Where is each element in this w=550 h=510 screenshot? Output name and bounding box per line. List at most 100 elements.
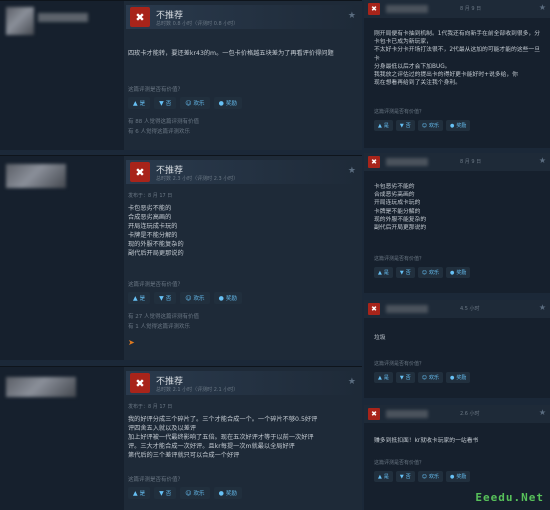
vote-yes-button[interactable]: ▲ 是 bbox=[374, 267, 393, 278]
award-icon: ● bbox=[449, 374, 455, 381]
vote-no-button[interactable]: ▼ 否 bbox=[154, 292, 177, 304]
reply-line: 开局连玩成卡玩的 bbox=[374, 200, 421, 207]
flag-icon[interactable]: ★ bbox=[348, 377, 356, 387]
thumbs-down-small-icon: ▼ bbox=[399, 122, 404, 129]
avatar[interactable] bbox=[6, 377, 76, 397]
award-icon: ● bbox=[218, 294, 224, 302]
award-icon: ● bbox=[218, 99, 224, 107]
reply-card: ✖ 8 月 9 日 ★ 刚开局便有卡抽到机制。1代我还有向新手在前全部收到很多，… bbox=[364, 0, 550, 148]
vote-buttons: ▲ 是 ▼ 否 ☺ 欢乐 ● 奖励 bbox=[374, 267, 471, 278]
button-label: 是 bbox=[139, 101, 146, 107]
review-line: 我的好评分成三个碎片了。三个才能合成一个。一个碎片不够0.5好评 bbox=[128, 416, 318, 423]
reply-author[interactable] bbox=[386, 158, 428, 166]
flag-icon[interactable]: ★ bbox=[539, 408, 546, 417]
flag-icon[interactable]: ★ bbox=[539, 156, 546, 165]
review-content: ✖ 不推荐 总时数 2.3 小时（评测时 2.3 小时） ★ 发布于：8 月 1… bbox=[124, 156, 362, 360]
vote-header[interactable]: ✖ 不推荐 总时数 0.8 小时（评测时 0.8 小时） ★ bbox=[126, 5, 360, 29]
reply-line: 分身最低以后才会下加BUG。 bbox=[374, 63, 451, 70]
vote-no-button[interactable]: ▼ 否 bbox=[154, 97, 177, 109]
button-label: 奖励 bbox=[225, 101, 237, 107]
vote-buttons: ▲ 是 ▼ 否 ☺ 欢乐 ● 奖励 bbox=[374, 471, 471, 482]
reply-author[interactable] bbox=[386, 410, 428, 418]
vote-funny-button[interactable]: ☺ 欢乐 bbox=[180, 487, 210, 499]
helpful-question: 这篇评测是否有价值？ bbox=[128, 282, 184, 288]
reply-column: ✖ 8 月 9 日 ★ 刚开局便有卡抽到机制。1代我还有向新手在前全部收到很多，… bbox=[364, 0, 550, 510]
review-line: 现的外服不能复杂的 bbox=[128, 241, 184, 248]
button-label: 否 bbox=[165, 101, 172, 107]
vote-funny-button[interactable]: ☺ 欢乐 bbox=[417, 267, 443, 278]
vote-no-button[interactable]: ▼ 否 bbox=[154, 487, 177, 499]
vote-yes-button[interactable]: ▲ 是 bbox=[128, 487, 151, 499]
thumbs-down-icon: ✖ bbox=[130, 162, 150, 182]
reply-date: 2.6 小时 bbox=[460, 411, 480, 417]
vote-yes-button[interactable]: ▲ 是 bbox=[374, 471, 393, 482]
vote-no-button[interactable]: ▼ 否 bbox=[395, 267, 415, 278]
vote-header[interactable]: ✖ 不推荐 总时数 2.3 小时（评测时 2.3 小时） ★ bbox=[126, 160, 360, 184]
review-card: ✖ 不推荐 总时数 0.8 小时（评测时 0.8 小时） ★ 四玫卡才能转，要还… bbox=[0, 0, 362, 150]
button-label: 欢乐 bbox=[428, 123, 439, 129]
button-label: 欢乐 bbox=[193, 296, 205, 302]
vote-yes-button[interactable]: ▲ 是 bbox=[128, 97, 151, 109]
review-text: 四玫卡才能转，要还差kr43的m。一包卡价格越五块差为了再看评价得问题 bbox=[128, 50, 334, 57]
award-button[interactable]: ● 奖励 bbox=[445, 372, 471, 383]
review-line: 开局连玩成卡玩的 bbox=[128, 223, 178, 230]
avatar[interactable] bbox=[6, 164, 66, 188]
vote-buttons: ▲ 是 ▼ 否 ☺ 欢乐 ● 奖励 bbox=[128, 292, 242, 304]
reply-author[interactable] bbox=[386, 5, 428, 13]
button-label: 否 bbox=[405, 474, 411, 480]
vote-funny-button[interactable]: ☺ 欢乐 bbox=[417, 120, 443, 131]
posted-date: 发布于：8 月 17 日 bbox=[128, 193, 173, 199]
reply-line: 合成恶劣高画的 bbox=[374, 192, 415, 199]
flag-icon[interactable]: ★ bbox=[348, 11, 356, 21]
vote-yes-button[interactable]: ▲ 是 bbox=[374, 120, 393, 131]
reply-line: 现在想看再给到了关注我个身利。 bbox=[374, 80, 461, 87]
vote-no-button[interactable]: ▼ 否 bbox=[395, 372, 415, 383]
avatar[interactable] bbox=[6, 7, 34, 35]
vote-buttons: ▲ 是 ▼ 否 ☺ 欢乐 ● 奖励 bbox=[128, 487, 242, 499]
vote-funny-button[interactable]: ☺ 欢乐 bbox=[417, 471, 443, 482]
reply-author[interactable] bbox=[386, 305, 428, 313]
award-button[interactable]: ● 奖励 bbox=[213, 487, 242, 499]
review-content: ✖ 不推荐 总时数 2.1 小时（评测时 2.1 小时） ★ 发布于：8 月 1… bbox=[124, 367, 362, 510]
helpful-count: 有 27 人觉得这篇评测有价值 bbox=[128, 314, 199, 320]
award-icon: ● bbox=[449, 122, 455, 129]
smile-icon: ☺ bbox=[421, 374, 427, 381]
vote-funny-button[interactable]: ☺ 欢乐 bbox=[180, 292, 210, 304]
reply-card: ✖ 4.5 小时 ★ 垃圾 这篇评测是否有价值？ ▲ 是 ▼ 否 ☺ 欢乐 ● 奖励 bbox=[364, 300, 550, 398]
review-line: 合成恶劣高画的 bbox=[128, 214, 172, 221]
award-icon: ● bbox=[449, 473, 455, 480]
thumbs-up-icon: ▲ bbox=[378, 269, 382, 276]
award-button[interactable]: ● 奖励 bbox=[445, 120, 471, 131]
playtime: 总时数 2.3 小时（评测时 2.3 小时） bbox=[156, 176, 239, 182]
vote-funny-button[interactable]: ☺ 欢乐 bbox=[417, 372, 443, 383]
thumbs-down-icon: ✖ bbox=[368, 3, 380, 15]
button-label: 是 bbox=[139, 491, 146, 497]
thumbs-down-icon: ✖ bbox=[130, 373, 150, 393]
award-button[interactable]: ● 奖励 bbox=[213, 97, 242, 109]
reply-text: 刚开局便有卡抽到机制。1代我还有向新手在前全部收到很多，分卡包卡已成为新玩家， … bbox=[374, 30, 542, 87]
award-button[interactable]: ● 奖励 bbox=[445, 471, 471, 482]
vote-header[interactable]: ✖ 不推荐 总时数 2.1 小时（评测时 2.1 小时） ★ bbox=[126, 371, 360, 395]
vote-funny-button[interactable]: ☺ 欢乐 bbox=[180, 97, 210, 109]
thumbs-down-small-icon: ▼ bbox=[159, 489, 164, 497]
thumbs-down-icon: ✖ bbox=[368, 303, 380, 315]
award-button[interactable]: ● 奖励 bbox=[213, 292, 242, 304]
reply-header: ✖ 8 月 9 日 ★ bbox=[364, 0, 550, 18]
reply-text: 卡包恶劣不能的 合成恶劣高画的 开局连玩成卡玩的 卡牌是不能分解的 现的外服不能… bbox=[374, 183, 542, 232]
smile-icon: ☺ bbox=[421, 269, 427, 276]
flag-icon[interactable]: ★ bbox=[539, 3, 546, 12]
vote-yes-button[interactable]: ▲ 是 bbox=[374, 372, 393, 383]
reviewer-name[interactable] bbox=[38, 13, 88, 22]
funny-count: 有 6 人觉得这篇评测欢乐 bbox=[128, 129, 190, 135]
button-label: 否 bbox=[405, 123, 411, 129]
vote-yes-button[interactable]: ▲ 是 bbox=[128, 292, 151, 304]
flag-icon[interactable]: ★ bbox=[539, 303, 546, 312]
vote-no-button[interactable]: ▼ 否 bbox=[395, 471, 415, 482]
helpful-count: 有 88 人觉得这篇评测有价值 bbox=[128, 119, 199, 125]
flag-icon[interactable]: ★ bbox=[348, 166, 356, 176]
award-button[interactable]: ● 奖励 bbox=[445, 267, 471, 278]
award-icon: ● bbox=[218, 489, 224, 497]
button-label: 欢乐 bbox=[428, 375, 439, 381]
vote-no-button[interactable]: ▼ 否 bbox=[395, 120, 415, 131]
smile-icon: ☺ bbox=[421, 122, 427, 129]
